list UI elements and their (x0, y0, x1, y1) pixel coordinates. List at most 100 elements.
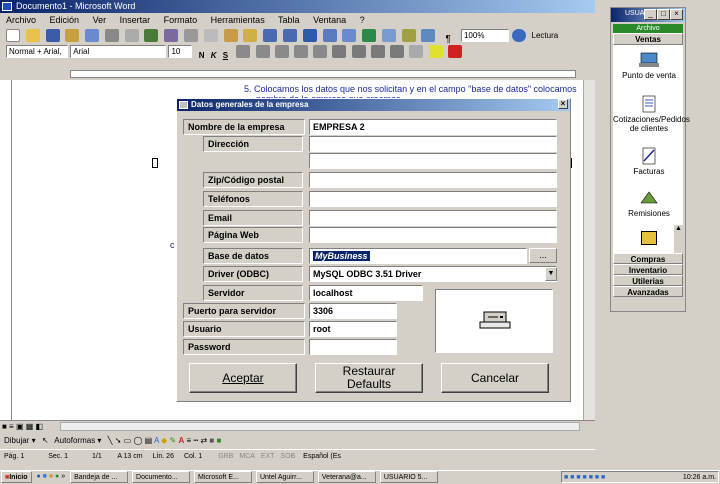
menu-help[interactable]: ? (360, 15, 365, 25)
select-icon[interactable]: ↖ (42, 436, 49, 445)
font-size-box[interactable]: 10 (168, 45, 193, 58)
zoom-box[interactable]: 100% (460, 29, 509, 42)
font-box[interactable]: Arial (70, 45, 167, 58)
panel-bottom-utilerias[interactable]: Utilerias (613, 275, 683, 286)
website-input[interactable] (309, 227, 557, 243)
undo-icon[interactable] (263, 29, 278, 42)
docmap-icon[interactable] (421, 29, 436, 42)
port-input[interactable]: 3306 (309, 303, 397, 319)
address-2-input[interactable] (309, 153, 557, 169)
start-button[interactable]: ■Inicio (1, 471, 32, 483)
password-input[interactable] (309, 339, 397, 355)
panel-bottom-inventario[interactable]: Inventario (613, 264, 683, 275)
panel-item-punto-venta[interactable]: Punto de venta (613, 51, 685, 80)
menu-formato[interactable]: Formato (164, 15, 198, 25)
panel-item-facturas[interactable]: Facturas (613, 147, 685, 176)
excel-icon[interactable] (362, 29, 377, 42)
chevron-icon[interactable]: » (61, 473, 65, 480)
numbering-icon[interactable] (332, 45, 347, 58)
highlight-icon[interactable] (428, 45, 443, 58)
redo-icon[interactable] (282, 29, 297, 42)
textbox-icon[interactable]: ▤ (145, 436, 153, 445)
tables-icon[interactable] (322, 29, 337, 42)
decrease-indent-icon[interactable] (370, 45, 385, 58)
font-color-draw-icon[interactable]: A (178, 436, 184, 445)
desktop-icon[interactable]: ■ (43, 473, 47, 480)
align-left-icon[interactable] (236, 45, 251, 58)
permission-icon[interactable] (65, 29, 80, 42)
bullets-icon[interactable] (351, 45, 366, 58)
zip-input[interactable] (309, 172, 557, 188)
phones-input[interactable] (309, 191, 557, 207)
driver-input[interactable]: MySQL ODBC 3.51 Driver (309, 266, 557, 282)
menu-herramientas[interactable]: Herramientas (211, 15, 265, 25)
email-input[interactable] (309, 210, 557, 226)
save-icon[interactable] (45, 29, 60, 42)
task-button[interactable]: USUARIO 5... (379, 471, 438, 483)
insert-table-icon[interactable] (342, 29, 357, 42)
font-color-icon[interactable] (447, 45, 462, 58)
fill-color-icon[interactable]: ◆ (161, 436, 167, 445)
panel-close-button[interactable]: × (670, 9, 683, 20)
dash-style-icon[interactable]: ┅ (193, 436, 198, 445)
line-style-icon[interactable]: ≡ (186, 436, 191, 445)
line-spacing-icon[interactable] (313, 45, 328, 58)
menu-archivo[interactable]: Archivo (6, 15, 36, 25)
line-icon[interactable]: ╲ (108, 436, 113, 445)
autoshapes-menu[interactable]: Autoformas (54, 436, 95, 445)
border-icon[interactable] (409, 45, 424, 58)
cancel-button[interactable]: Cancelar (441, 363, 549, 393)
oval-icon[interactable]: ◯ (133, 436, 142, 445)
bold-button[interactable]: N (199, 51, 205, 60)
line-color-icon[interactable]: ✎ (170, 436, 177, 445)
server-input[interactable]: localhost (309, 285, 423, 301)
menu-tabla[interactable]: Tabla (278, 15, 300, 25)
columns-icon[interactable] (381, 29, 396, 42)
outlook-icon[interactable]: ■ (49, 473, 53, 480)
research-icon[interactable] (164, 29, 179, 42)
task-button[interactable]: Bandeja de ... (70, 471, 129, 483)
panel-minimize-button[interactable]: _ (644, 9, 657, 20)
horizontal-ruler[interactable] (0, 68, 595, 80)
preview-icon[interactable] (124, 29, 139, 42)
align-center-icon[interactable] (255, 45, 270, 58)
panel-bottom-avanzadas[interactable]: Avanzadas (613, 286, 683, 297)
user-input[interactable]: root (309, 321, 397, 337)
email-icon[interactable] (85, 29, 100, 42)
task-button[interactable]: Untel Aguirr... (255, 471, 314, 483)
panel-more-icon[interactable] (641, 231, 657, 245)
panel-file-header[interactable]: Archivo (613, 24, 683, 33)
restore-defaults-button[interactable]: Restaurar Defaults (315, 363, 423, 393)
drawing-icon[interactable] (401, 29, 416, 42)
panel-item-cotizaciones[interactable]: Cotizaciones/Pedidos de clientes (613, 95, 690, 133)
hyperlink-icon[interactable] (302, 29, 317, 42)
new-doc-icon[interactable] (6, 29, 20, 42)
task-button[interactable]: Microsoft E... (193, 471, 252, 483)
shadow-icon[interactable]: ■ (209, 436, 214, 445)
address-input[interactable] (309, 136, 557, 152)
open-icon[interactable] (25, 29, 40, 42)
3d-icon[interactable]: ■ (216, 436, 221, 445)
wordart-icon[interactable]: A (154, 436, 159, 445)
horizontal-scrollbar[interactable]: ■ ≡ ▣ ▦ ◧ (0, 420, 595, 432)
style-box[interactable]: Normal + Arial, (6, 45, 68, 58)
panel-item-remisiones[interactable]: Remisiones (613, 189, 685, 218)
company-name-input[interactable]: EMPRESA 2 (309, 119, 557, 135)
draw-menu[interactable]: Dibujar (4, 436, 29, 445)
arrow-icon[interactable]: ➘ (115, 436, 122, 445)
print-icon[interactable] (104, 29, 119, 42)
justify-icon[interactable] (294, 45, 309, 58)
panel-section-header[interactable]: Ventas (613, 33, 683, 45)
arrow-style-icon[interactable]: ⇄ (200, 436, 207, 445)
help-icon[interactable] (511, 29, 526, 42)
vertical-ruler[interactable] (0, 80, 12, 420)
driver-dropdown-arrow[interactable]: ▼ (545, 267, 557, 281)
reading-button[interactable]: Lectura (532, 31, 559, 40)
rectangle-icon[interactable]: ▭ (124, 436, 132, 445)
align-right-icon[interactable] (274, 45, 289, 58)
accept-button[interactable]: Aceptar (189, 363, 297, 393)
spelling-icon[interactable] (144, 29, 159, 42)
menu-edicion[interactable]: Edición (50, 15, 80, 25)
copy-icon[interactable] (203, 29, 218, 42)
panel-scrollbar[interactable]: ▲ (674, 225, 683, 253)
